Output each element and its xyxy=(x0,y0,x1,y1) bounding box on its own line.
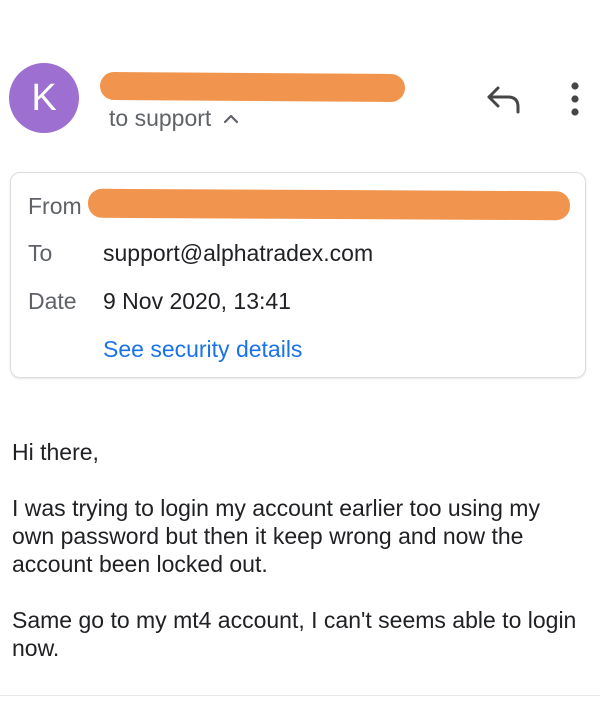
reply-icon[interactable] xyxy=(484,82,524,116)
date-value: 9 Nov 2020, 13:41 xyxy=(103,288,291,314)
greeting: Hi there, xyxy=(12,439,99,465)
divider xyxy=(0,695,600,696)
sender-avatar[interactable]: K xyxy=(9,63,79,133)
from-label: From xyxy=(28,193,82,219)
chevron-up-icon xyxy=(224,114,239,123)
to-address[interactable]: support@alphatradex.com xyxy=(103,240,373,267)
body-paragraph-1: I was trying to login my account earlier… xyxy=(12,495,540,577)
security-details-link[interactable]: See security details xyxy=(103,336,302,363)
redacted-sender-name xyxy=(99,71,406,103)
redacted-from-address xyxy=(87,188,571,221)
recipient-toggle[interactable]: to support xyxy=(109,105,239,132)
message-body: Hi there, I was trying to login my accou… xyxy=(12,438,584,690)
date-label: Date xyxy=(28,288,77,314)
more-vert-icon[interactable] xyxy=(565,80,585,120)
body-paragraph-2: Same go to my mt4 account, I can't seems… xyxy=(12,607,577,661)
to-label: To xyxy=(28,240,53,266)
recipient-summary: to support xyxy=(109,105,212,131)
